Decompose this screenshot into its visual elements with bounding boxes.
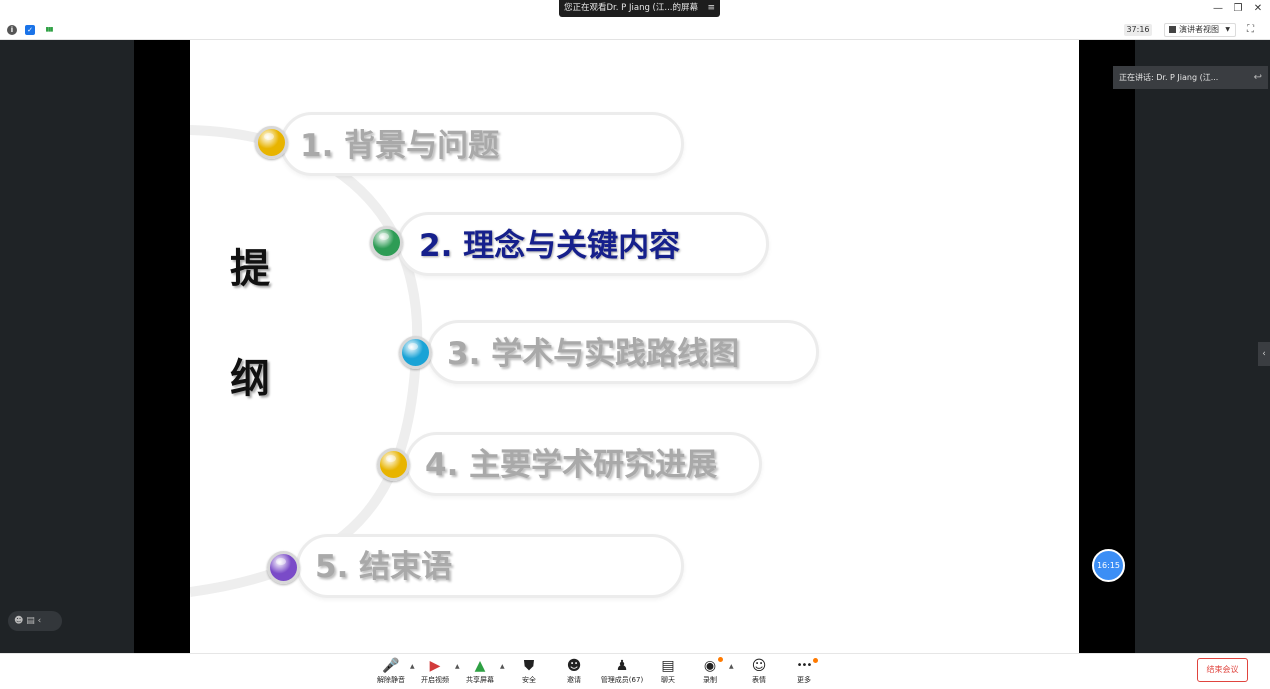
chevron-down-icon: ▼ — [1225, 26, 1230, 33]
chat-icon: ▤ — [661, 658, 675, 674]
share-banner-text: 您正在观看Dr. P Jiang (江...的屏幕 — [564, 3, 698, 13]
outline-item-3: 3. 学术与实践路线图 — [447, 336, 740, 372]
security-label: 安全 — [522, 676, 536, 684]
meeting-controls: 🎤 解除静音 ▲ ▶ 开启视频 ▲ ▲ 共享屏幕 ▲ ⛊ 安全 ☻ 邀请 ♟ 管… — [0, 653, 1270, 689]
more-badge — [813, 658, 818, 663]
clock-badge[interactable]: 16:15 — [1092, 549, 1125, 582]
start-video-button[interactable]: ▶ 开启视频 — [413, 657, 457, 687]
menu-icon[interactable]: ≡ — [707, 0, 715, 17]
invite-icon: ☻ — [566, 658, 582, 674]
meeting-toolbar: i ✓ ▮▮▮ 37:16 演讲者视图 ▼ ⛶ — [0, 20, 1270, 40]
record-label: 录制 — [703, 676, 717, 684]
bullet-icon — [255, 126, 288, 159]
stage-left-panel — [0, 40, 134, 653]
signal-icon[interactable]: ▮▮▮ — [42, 25, 56, 35]
reactions-button[interactable]: ☺ 表情 — [737, 657, 781, 687]
share-options-icon[interactable]: ▲ — [500, 663, 505, 670]
minimize-icon[interactable]: — — [1211, 2, 1225, 16]
unmute-button[interactable]: 🎤 解除静音 — [369, 657, 413, 687]
security-icon: ⛊ — [523, 658, 535, 674]
close-icon[interactable]: ✕ — [1251, 2, 1265, 16]
participants-icon: ♟ — [615, 658, 629, 674]
emoji-icon: ☺ — [751, 658, 767, 674]
mini-controls[interactable]: ☻ ▤ ‹ — [8, 611, 62, 631]
letterbox-left — [134, 40, 190, 653]
active-speaker-indicator[interactable]: 正在讲话: Dr. P Jiang (江... ↩ — [1113, 66, 1268, 89]
pop-out-icon[interactable]: ↩ — [1254, 66, 1262, 89]
record-options-icon[interactable]: ▲ — [729, 663, 734, 670]
record-button[interactable]: ◉ 录制 — [688, 657, 732, 687]
grid-icon — [1169, 26, 1176, 33]
unmute-label: 解除静音 — [377, 676, 405, 684]
shared-slide: 提 纲 1. 背景与问题 2. 理念与关键内容 3. 学术与实践路线图 4. 主… — [190, 40, 1079, 653]
outline-item-5: 5. 结束语 — [315, 549, 453, 585]
more-label: 更多 — [797, 676, 811, 684]
bullet-icon — [399, 336, 432, 369]
start-video-label: 开启视频 — [421, 676, 449, 684]
record-badge — [718, 657, 723, 662]
end-meeting-button[interactable]: 结束会议 — [1197, 658, 1248, 682]
title-bar: 您正在观看Dr. P Jiang (江...的屏幕 ≡ — ❐ ✕ — [0, 0, 1270, 20]
microphone-muted-icon: 🎤 — [382, 658, 400, 674]
bullet-icon — [377, 448, 410, 481]
outline-char-1: 提 — [230, 245, 270, 292]
fullscreen-icon[interactable]: ⛶ — [1247, 24, 1254, 35]
record-icon: ◉ — [703, 658, 717, 674]
stage-right-panel — [1135, 40, 1270, 653]
video-off-icon: ▶ — [429, 658, 441, 674]
share-banner[interactable]: 您正在观看Dr. P Jiang (江...的屏幕 ≡ — [559, 0, 720, 17]
chat-label: 聊天 — [661, 676, 675, 684]
manage-participants-button[interactable]: ♟ 管理成员(67) — [597, 657, 647, 687]
share-screen-icon: ▲ — [474, 658, 486, 674]
outline-item-2: 2. 理念与关键内容 — [419, 228, 681, 264]
more-icon: ••• — [796, 660, 813, 671]
speaker-view-button[interactable]: 演讲者视图 ▼ — [1164, 23, 1236, 37]
manage-participants-label: 管理成员(67) — [600, 676, 644, 684]
active-speaker-text: 正在讲话: Dr. P Jiang (江... — [1119, 73, 1219, 82]
share-screen-button[interactable]: ▲ 共享屏幕 — [458, 657, 502, 687]
invite-label: 邀请 — [567, 676, 581, 684]
security-button[interactable]: ⛊ 安全 — [507, 657, 551, 687]
outline-char-2: 纲 — [230, 355, 270, 402]
view-label: 演讲者视图 — [1179, 25, 1219, 34]
restore-icon[interactable]: ❐ — [1231, 2, 1245, 16]
invite-button[interactable]: ☻ 邀请 — [552, 657, 596, 687]
reactions-label: 表情 — [752, 676, 766, 684]
info-icon[interactable]: i — [7, 25, 17, 35]
side-panel-toggle[interactable]: ‹ — [1258, 342, 1270, 366]
bullet-icon — [267, 551, 300, 584]
share-screen-label: 共享屏幕 — [466, 676, 494, 684]
more-button[interactable]: ••• 更多 — [782, 657, 826, 687]
bullet-icon — [370, 226, 403, 259]
outline-item-4: 4. 主要学术研究进展 — [425, 447, 718, 483]
meeting-timer: 37:16 — [1124, 24, 1152, 36]
shield-icon[interactable]: ✓ — [25, 25, 35, 35]
outline-item-1: 1. 背景与问题 — [300, 128, 500, 164]
chat-button[interactable]: ▤ 聊天 — [646, 657, 690, 687]
